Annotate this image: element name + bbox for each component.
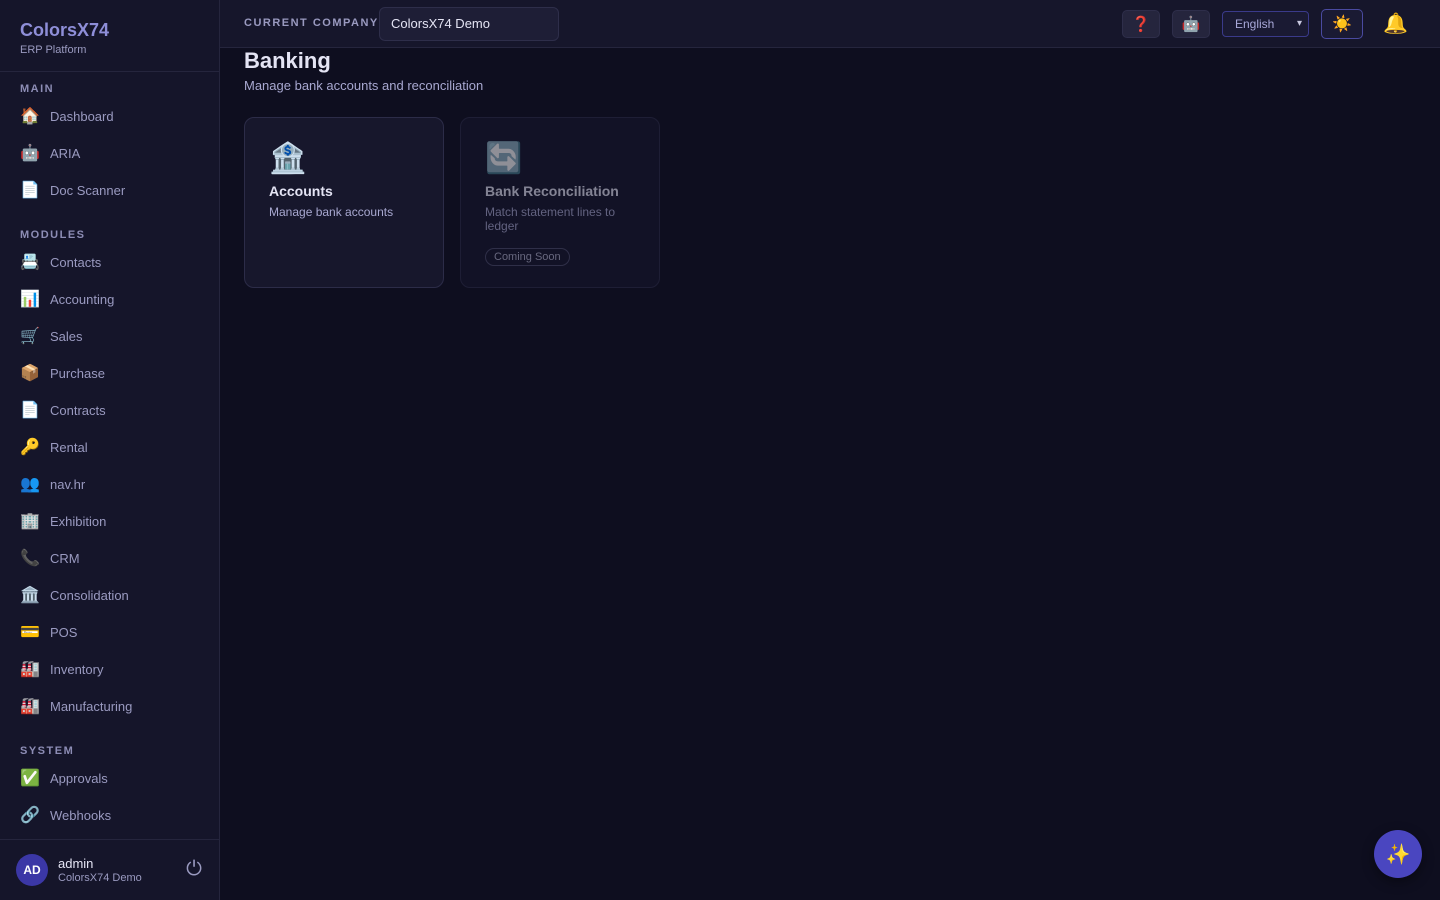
card-accounts[interactable]: 🏦 Accounts Manage bank accounts bbox=[244, 117, 444, 288]
section-label-main: MAIN bbox=[20, 83, 55, 95]
sidebar-item-rental[interactable]: 🔑 Rental bbox=[0, 429, 220, 466]
sidebar-item-dashboard[interactable]: 🏠 Dashboard bbox=[0, 98, 220, 135]
sync-icon: 🔄 bbox=[485, 142, 523, 175]
brand-title: ColorsX74 bbox=[20, 20, 110, 40]
sidebar-item-label: Dashboard bbox=[50, 109, 114, 124]
sidebar-item-inventory[interactable]: 🏭 Inventory bbox=[0, 651, 220, 688]
language-select[interactable]: English ▾ bbox=[1222, 11, 1309, 37]
sidebar-item-label: Sales bbox=[50, 329, 83, 344]
sidebar-item-contacts[interactable]: 📇 Contacts bbox=[0, 244, 220, 281]
institution-icon: 🏛️ bbox=[20, 586, 40, 604]
sidebar-item-sales[interactable]: 🛒 Sales bbox=[0, 318, 220, 355]
sidebar-item-label: CRM bbox=[50, 551, 80, 566]
robot-icon: 🤖 bbox=[1181, 16, 1201, 33]
link-icon: 🔗 bbox=[20, 806, 40, 824]
sidebar-item-label: nav.hr bbox=[50, 477, 86, 492]
card-bank-reconciliation: 🔄 Bank Reconciliation Match statement li… bbox=[460, 117, 660, 288]
brand: ColorsX74 ERP Platform bbox=[0, 0, 219, 72]
brand-subtitle: ERP Platform bbox=[20, 44, 87, 56]
document-icon: 📄 bbox=[20, 401, 40, 419]
sidebar: ColorsX74 ERP Platform MAIN 🏠 Dashboard 🤖… bbox=[0, 0, 220, 900]
company-select[interactable]: ColorsX74 Demo bbox=[379, 7, 559, 41]
sidebar-item-approvals[interactable]: ✅ Approvals bbox=[0, 760, 220, 797]
coming-soon-badge: Coming Soon bbox=[485, 248, 570, 266]
sidebar-item-label: Inventory bbox=[50, 662, 104, 677]
sidebar-item-label: Manufacturing bbox=[50, 699, 133, 714]
cart-icon: 🛒 bbox=[20, 327, 40, 345]
sidebar-item-hr[interactable]: 👥 nav.hr bbox=[0, 466, 220, 503]
chart-icon: 📊 bbox=[20, 290, 40, 308]
ai-assistant-fab[interactable]: ✨ bbox=[1374, 830, 1422, 878]
avatar[interactable]: AD bbox=[16, 854, 48, 886]
sparkles-icon: ✨ bbox=[1385, 843, 1411, 866]
sidebar-item-contracts[interactable]: 📄 Contracts bbox=[0, 392, 220, 429]
sidebar-item-label: Doc Scanner bbox=[50, 183, 126, 198]
home-icon: 🏠 bbox=[20, 107, 40, 125]
check-icon: ✅ bbox=[20, 769, 40, 787]
bell-icon[interactable]: 🔔 bbox=[1383, 11, 1408, 36]
sidebar-item-label: Contracts bbox=[50, 403, 106, 418]
sidebar-item-crm[interactable]: 📞 CRM bbox=[0, 540, 220, 577]
nav-section-main: MAIN 🏠 Dashboard 🤖 ARIA 📄 Doc Scanner bbox=[0, 80, 220, 209]
sidebar-item-doc-scanner[interactable]: 📄 Doc Scanner bbox=[0, 172, 220, 209]
sidebar-item-label: Webhooks bbox=[50, 808, 112, 823]
sidebar-item-label: Approvals bbox=[50, 771, 108, 786]
chevron-down-icon: ▾ bbox=[1296, 18, 1302, 29]
contacts-icon: 📇 bbox=[20, 253, 40, 271]
sidebar-item-label: Contacts bbox=[50, 255, 102, 270]
nav-section-system: SYSTEM ✅ Approvals 🔗 Webhooks bbox=[0, 742, 220, 834]
user-name: admin bbox=[58, 855, 94, 871]
sidebar-item-accounting[interactable]: 📊 Accounting bbox=[0, 281, 220, 318]
user-company: ColorsX74 Demo bbox=[58, 871, 142, 884]
sidebar-item-exhibition[interactable]: 🏢 Exhibition bbox=[0, 503, 220, 540]
language-value: English bbox=[1235, 17, 1275, 31]
current-company-label: CURRENT COMPANY bbox=[244, 17, 379, 29]
sidebar-item-aria[interactable]: 🤖 ARIA bbox=[0, 135, 220, 172]
document-icon: 📄 bbox=[20, 181, 40, 199]
user-profile: AD admin ColorsX74 Demo ⏻ bbox=[0, 839, 220, 900]
theme-toggle-button[interactable]: ☀️ bbox=[1321, 9, 1363, 39]
help-button[interactable]: ❓ bbox=[1122, 10, 1160, 38]
question-icon: ❓ bbox=[1131, 16, 1151, 33]
user-info: admin ColorsX74 Demo bbox=[58, 855, 142, 884]
page-subtitle: Manage bank accounts and reconciliation bbox=[244, 78, 484, 93]
card-description: Match statement lines to ledger bbox=[485, 205, 616, 233]
page-title: Banking bbox=[244, 48, 331, 73]
assistant-button[interactable]: 🤖 bbox=[1172, 10, 1210, 38]
sidebar-item-webhooks[interactable]: 🔗 Webhooks bbox=[0, 797, 220, 834]
sidebar-item-label: Exhibition bbox=[50, 514, 107, 529]
sidebar-item-label: ARIA bbox=[50, 146, 81, 161]
package-icon: 📦 bbox=[20, 364, 40, 382]
nav-section-modules: MODULES 📇 Contacts 📊 Accounting 🛒 Sales 📦 Pu… bbox=[0, 226, 220, 725]
sidebar-item-pos[interactable]: 💳 POS bbox=[0, 614, 220, 651]
power-icon[interactable]: ⏻ bbox=[186, 858, 202, 881]
sidebar-item-consolidation[interactable]: 🏛️ Consolidation bbox=[0, 577, 220, 614]
key-icon: 🔑 bbox=[20, 438, 40, 456]
section-label-modules: MODULES bbox=[20, 229, 86, 241]
card-title: Accounts bbox=[269, 183, 333, 199]
sidebar-item-purchase[interactable]: 📦 Purchase bbox=[0, 355, 220, 392]
phone-icon: 📞 bbox=[20, 549, 40, 567]
sidebar-item-label: Rental bbox=[50, 440, 88, 455]
sun-icon: ☀️ bbox=[1332, 16, 1352, 33]
robot-icon: 🤖 bbox=[20, 144, 40, 162]
factory-icon: 🏭 bbox=[20, 660, 40, 678]
card-description: Manage bank accounts bbox=[269, 205, 394, 219]
credit-card-icon: 💳 bbox=[20, 623, 40, 641]
sidebar-item-manufacturing[interactable]: 🏭 Manufacturing bbox=[0, 688, 220, 725]
building-icon: 🏢 bbox=[20, 512, 40, 530]
factory-icon: 🏭 bbox=[20, 697, 40, 715]
people-icon: 👥 bbox=[20, 475, 40, 493]
sidebar-item-label: Purchase bbox=[50, 366, 105, 381]
sidebar-item-label: Consolidation bbox=[50, 588, 129, 603]
sidebar-item-label: Accounting bbox=[50, 292, 115, 307]
top-bar: CURRENT COMPANY ColorsX74 Demo ❓ 🤖 Engli… bbox=[220, 0, 1440, 48]
bank-icon: 🏦 bbox=[269, 142, 307, 175]
section-label-system: SYSTEM bbox=[20, 745, 75, 757]
sidebar-item-label: POS bbox=[50, 625, 78, 640]
card-title: Bank Reconciliation bbox=[485, 183, 619, 199]
